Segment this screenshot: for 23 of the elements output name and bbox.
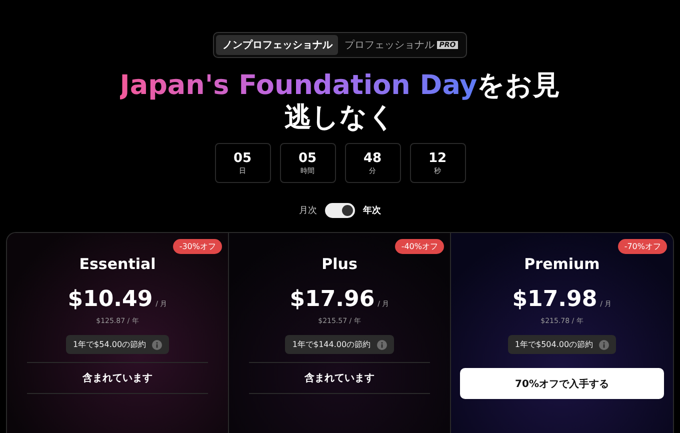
monthly-price: $10.49: [68, 287, 153, 312]
savings-pill: 1年で$54.00の節約: [66, 335, 170, 354]
savings-pill: 1年で$504.00の節約: [508, 335, 616, 354]
monthly-price: $17.98: [512, 287, 598, 312]
yearly-label: 年次: [363, 204, 381, 217]
plan-name: Premium: [524, 255, 600, 273]
get-discount-button[interactable]: 70%オフで入手する: [460, 368, 664, 399]
savings-pill: 1年で$144.00の節約: [285, 335, 394, 354]
info-icon[interactable]: [376, 340, 387, 350]
included-label: 含まれています: [249, 362, 430, 394]
discount-badge: -30%オフ: [173, 239, 222, 254]
included-label: 含まれています: [27, 362, 208, 394]
info-icon[interactable]: [599, 340, 610, 350]
monthly-price: $17.96: [290, 287, 375, 312]
discount-badge: -70%オフ: [618, 239, 667, 254]
plan-name: Essential: [79, 255, 156, 273]
headline: Japan's Foundation Dayをお見逃しなく: [118, 70, 562, 134]
discount-badge: -40%オフ: [395, 239, 444, 254]
billing-toggle[interactable]: [325, 203, 355, 218]
info-icon[interactable]: [152, 340, 162, 350]
plan-type-tab[interactable]: ノンプロフェッショナル: [216, 35, 338, 55]
plan-name: Plus: [322, 255, 358, 273]
monthly-label: 月次: [299, 204, 317, 217]
